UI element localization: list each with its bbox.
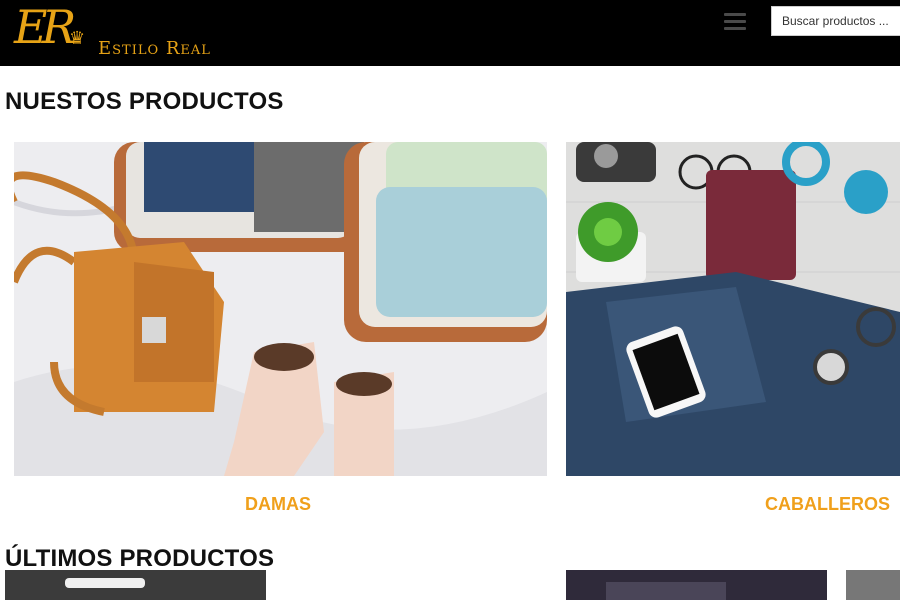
category-link-caballeros[interactable]: CABALLEROS bbox=[765, 494, 890, 515]
product-image bbox=[5, 570, 266, 600]
logo-name: Estilo Real bbox=[98, 38, 211, 59]
our-products-title: NUESTOS PRODUCTOS bbox=[5, 88, 284, 115]
product-thumbnail[interactable] bbox=[5, 570, 266, 600]
site-logo[interactable]: ER ♛ Estilo Real bbox=[14, 0, 224, 62]
latest-products-title: ÚLTIMOS PRODUCTOS bbox=[5, 545, 275, 572]
hamburger-menu-icon[interactable] bbox=[724, 13, 746, 33]
product-image bbox=[566, 570, 827, 600]
product-image bbox=[846, 570, 900, 600]
category-link-damas[interactable]: DAMAS bbox=[245, 494, 311, 515]
product-thumbnail[interactable] bbox=[566, 570, 827, 600]
crown-icon: ♛ bbox=[69, 28, 86, 48]
caballeros-photo bbox=[566, 142, 900, 476]
damas-photo bbox=[14, 142, 547, 476]
category-image-caballeros[interactable] bbox=[566, 142, 900, 476]
logo-monogram: ER bbox=[14, 0, 76, 54]
search-input[interactable] bbox=[771, 6, 900, 36]
product-thumbnail[interactable] bbox=[846, 570, 900, 600]
site-header: ER ♛ Estilo Real bbox=[0, 0, 900, 66]
category-image-damas[interactable] bbox=[14, 142, 547, 476]
